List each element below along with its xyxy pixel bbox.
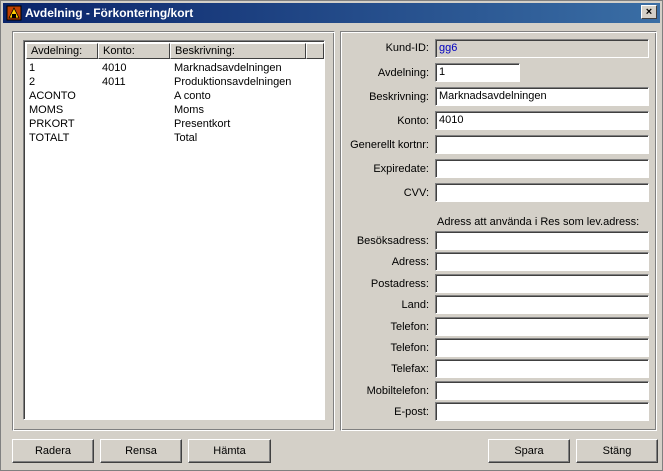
kund-id-field: gg6	[435, 39, 649, 58]
cell-beskrivning: A conto	[174, 90, 211, 102]
generellt-kortnr-field[interactable]	[435, 135, 649, 154]
window-title: Avdelning - Förkontering/kort	[25, 6, 194, 20]
cell-beskrivning: Total	[174, 132, 198, 144]
column-header-konto[interactable]: Konto:	[98, 43, 170, 59]
cell-beskrivning: Presentkort	[174, 118, 231, 130]
cell-konto: 4011	[102, 76, 126, 88]
cell-beskrivning: Moms	[174, 104, 204, 116]
list-item[interactable]: ACONTO A conto	[26, 89, 324, 103]
cell-avdelning: 2	[29, 76, 36, 88]
cell-beskrivning: Produktionsavdelningen	[174, 76, 292, 88]
label-land: Land:	[401, 299, 429, 311]
close-button[interactable]: ×	[641, 5, 657, 19]
mobiltelefon-field[interactable]	[435, 381, 649, 400]
telefon-1-field[interactable]	[435, 317, 649, 336]
label-beskrivning: Beskrivning:	[369, 91, 429, 103]
expiredate-field[interactable]	[435, 159, 649, 178]
hamta-button[interactable]: Hämta	[188, 439, 271, 463]
cell-avdelning: MOMS	[29, 104, 64, 116]
list-item[interactable]: PRKORT Presentkort	[26, 117, 324, 131]
cvv-field[interactable]	[435, 183, 649, 202]
label-cvv: CVV:	[403, 187, 429, 199]
list-item[interactable]: 1 4010 Marknadsavdelningen	[26, 61, 324, 75]
column-header-filler	[306, 43, 324, 59]
label-besoksadress: Besöksadress:	[356, 235, 429, 247]
telefax-field[interactable]	[435, 359, 649, 378]
land-field[interactable]	[435, 295, 649, 314]
cell-beskrivning: Marknadsavdelningen	[174, 62, 282, 74]
avdelning-field[interactable]: 1	[435, 63, 520, 82]
epost-field[interactable]	[435, 402, 649, 421]
radera-button[interactable]: Radera	[12, 439, 94, 463]
label-avdelning: Avdelning:	[377, 67, 429, 79]
cell-avdelning: PRKORT	[29, 118, 75, 130]
konto-field[interactable]: 4010	[435, 111, 649, 130]
label-postadress: Postadress:	[370, 278, 429, 290]
label-epost: E-post:	[394, 406, 429, 418]
title-bar[interactable]: Avdelning - Förkontering/kort ×	[3, 3, 660, 23]
label-telefax: Telefax:	[391, 363, 429, 375]
app-icon	[6, 5, 22, 21]
label-generellt-kortnr: Generellt kortnr:	[350, 139, 429, 151]
label-expiredate: Expiredate:	[373, 163, 429, 175]
dialog-window: Avdelning - Förkontering/kort × Avdelnin…	[0, 0, 663, 471]
besoksadress-field[interactable]	[435, 231, 649, 250]
cell-avdelning: ACONTO	[29, 90, 76, 102]
list-header: Avdelning: Konto: Beskrivning:	[26, 43, 324, 59]
spara-button[interactable]: Spara	[488, 439, 570, 463]
cell-avdelning: TOTALT	[29, 132, 70, 144]
column-header-avdelning[interactable]: Avdelning:	[26, 43, 98, 59]
address-section-heading: Adress att använda i Res som lev.adress:	[437, 216, 640, 228]
label-telefon-2: Telefon:	[390, 342, 429, 354]
list-item[interactable]: 2 4011 Produktionsavdelningen	[26, 75, 324, 89]
list-item[interactable]: TOTALT Total	[26, 131, 324, 145]
label-kund-id: Kund-ID:	[385, 42, 429, 54]
label-mobiltelefon: Mobiltelefon:	[366, 385, 429, 397]
telefon-2-field[interactable]	[435, 338, 649, 357]
beskrivning-field[interactable]: Marknadsavdelningen	[435, 87, 649, 106]
label-adress: Adress:	[391, 256, 429, 268]
department-list[interactable]: Avdelning: Konto: Beskrivning: 1 4010 Ma…	[23, 40, 325, 420]
postadress-field[interactable]	[435, 274, 649, 293]
cell-konto: 4010	[102, 62, 127, 74]
adress-field[interactable]	[435, 252, 649, 271]
close-icon: ×	[645, 6, 653, 18]
list-item[interactable]: MOMS Moms	[26, 103, 324, 117]
label-telefon-1: Telefon:	[390, 321, 429, 333]
rensa-button[interactable]: Rensa	[100, 439, 182, 463]
cell-avdelning: 1	[29, 62, 36, 74]
column-header-beskrivning[interactable]: Beskrivning:	[170, 43, 306, 59]
label-konto: Konto:	[397, 115, 429, 127]
stang-button[interactable]: Stäng	[576, 439, 658, 463]
